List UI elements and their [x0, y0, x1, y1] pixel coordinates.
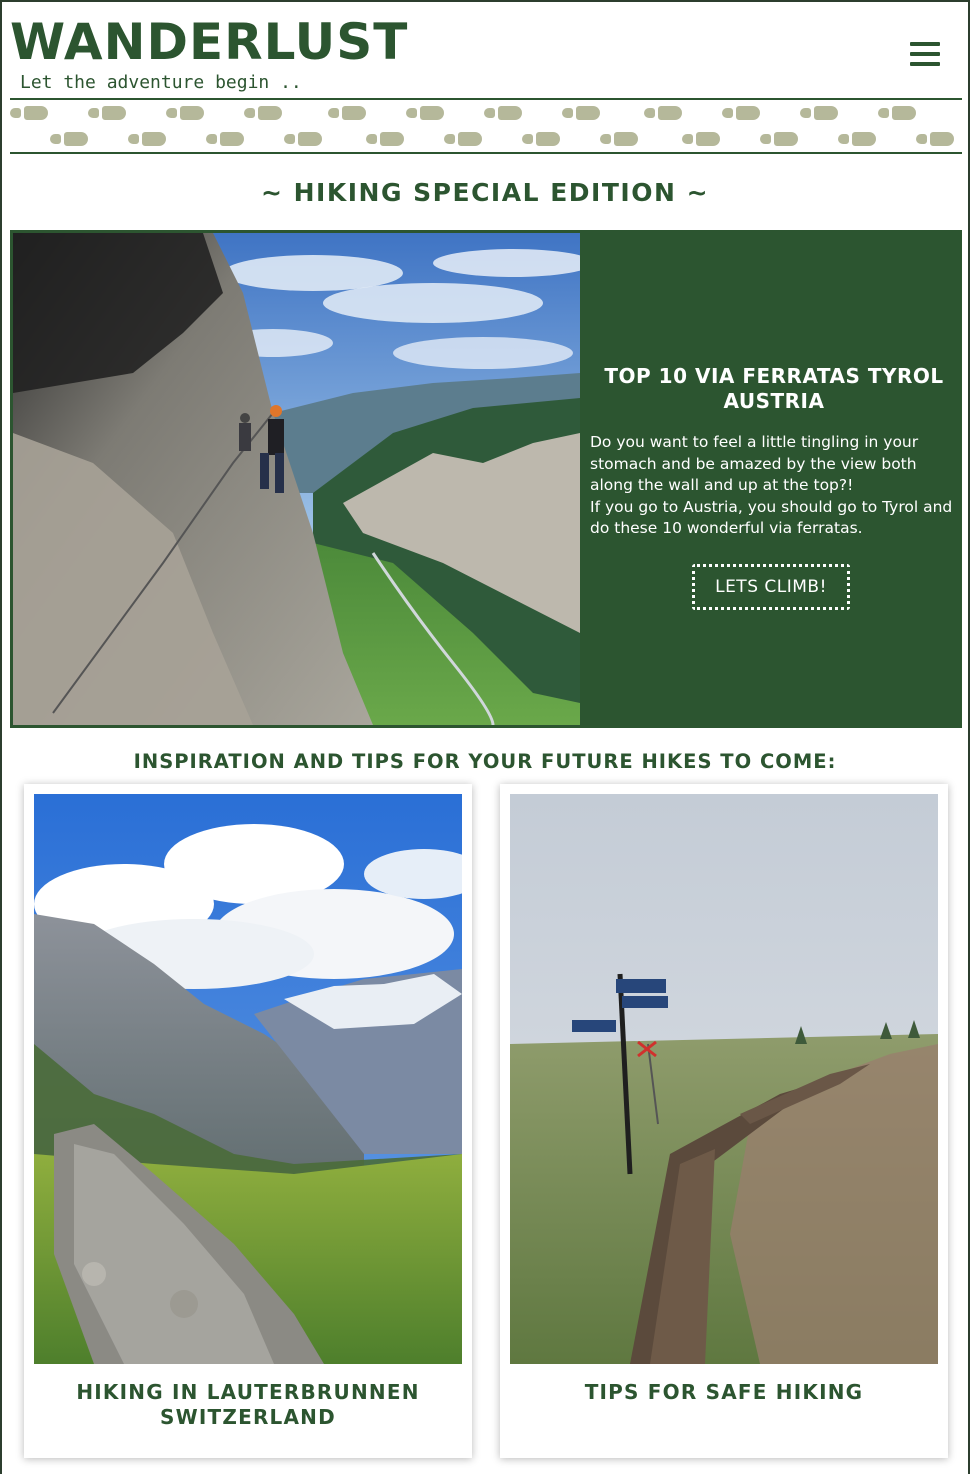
card-safe-hiking[interactable]: TIPS FOR SAFE HIKING: [500, 784, 948, 1458]
menu-bar: [910, 62, 940, 66]
feature-text-block: TOP 10 VIA FERRATAS TYROL AUSTRIA Do you…: [586, 230, 962, 728]
footprint-icon: [760, 132, 798, 146]
footprint-icon: [916, 132, 954, 146]
site-header: WANDERLUST Let the adventure begin ..: [10, 16, 962, 100]
footprint-icon: [244, 106, 282, 120]
menu-bar: [910, 52, 940, 56]
feature-description: Do you want to feel a little tingling in…: [590, 432, 956, 540]
feature-paragraph: If you go to Austria, you should go to T…: [590, 497, 953, 538]
footprint-icon: [50, 132, 88, 146]
hamburger-menu-icon[interactable]: [910, 42, 940, 68]
footprint-icon: [522, 132, 560, 146]
safe-hiking-image: [510, 794, 938, 1364]
lauterbrunnen-image: [34, 794, 462, 1364]
header-divider-bottom: [10, 152, 962, 154]
footprint-icon: [600, 132, 638, 146]
header-divider-top: [10, 98, 962, 100]
feature-panel: TOP 10 VIA FERRATAS TYROL AUSTRIA Do you…: [10, 230, 962, 728]
footprint-icon: [366, 132, 404, 146]
edition-title: ~ HIKING SPECIAL EDITION ~: [260, 178, 710, 207]
footprint-icon: [878, 106, 916, 120]
menu-bar: [910, 42, 940, 46]
card-title[interactable]: HIKING IN LAUTERBRUNNEN SWITZERLAND: [34, 1380, 462, 1430]
footprint-icon: [484, 106, 522, 120]
footprint-icon: [562, 106, 600, 120]
site-tagline: Let the adventure begin ..: [20, 72, 302, 93]
footprint-icon: [644, 106, 682, 120]
footprint-icon: [682, 132, 720, 146]
footprint-icon: [722, 106, 760, 120]
footprint-icon: [284, 132, 322, 146]
site-logo[interactable]: WANDERLUST: [10, 16, 408, 68]
footprint-icon: [166, 106, 204, 120]
feature-title: TOP 10 VIA FERRATAS TYROL AUSTRIA: [604, 364, 944, 413]
footprint-icon: [444, 132, 482, 146]
footprint-icon: [800, 106, 838, 120]
inspiration-title: INSPIRATION AND TIPS FOR YOUR FUTURE HIK…: [133, 750, 837, 773]
feature-paragraph: Do you want to feel a little tingling in…: [590, 433, 919, 494]
footprint-icon: [10, 106, 48, 120]
footprint-icon: [88, 106, 126, 120]
via-ferrata-image: [13, 233, 580, 725]
footprint-icon: [328, 106, 366, 120]
footprint-icon: [206, 132, 244, 146]
footprints-border: [10, 102, 962, 150]
footprint-icon: [128, 132, 166, 146]
footprint-icon: [838, 132, 876, 146]
card-title[interactable]: TIPS FOR SAFE HIKING: [510, 1380, 938, 1405]
footprint-icon: [406, 106, 444, 120]
card-lauterbrunnen[interactable]: HIKING IN LAUTERBRUNNEN SWITZERLAND: [24, 784, 472, 1458]
lets-climb-button[interactable]: LETS CLIMB!: [692, 564, 850, 610]
